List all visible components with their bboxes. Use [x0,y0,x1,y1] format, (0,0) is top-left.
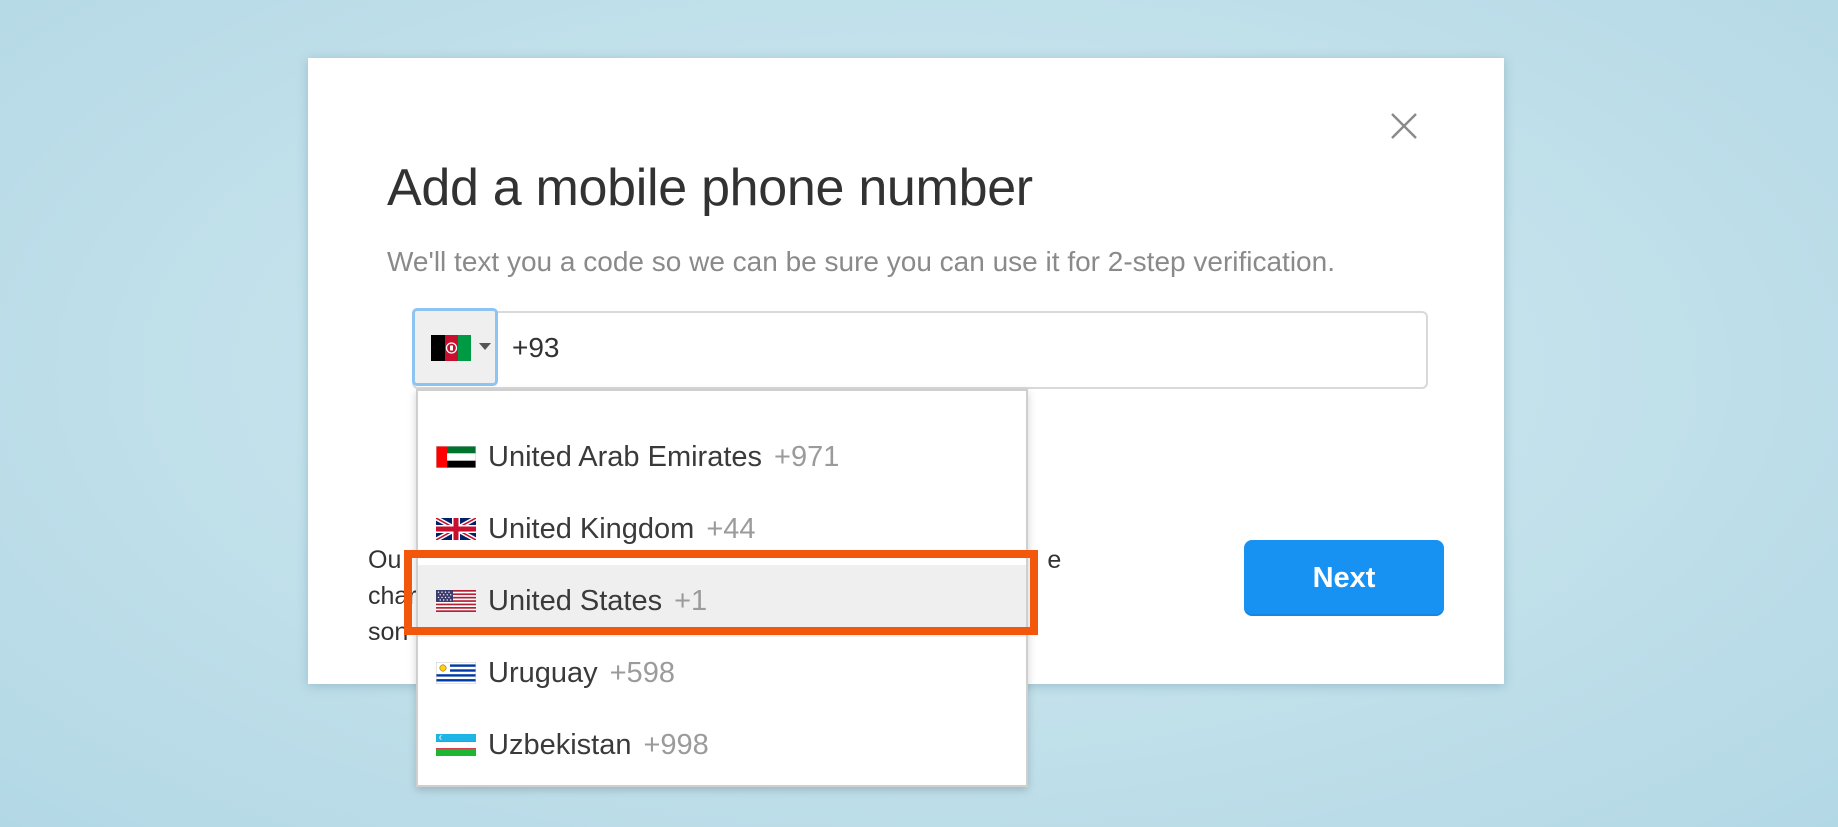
country-option-name: Uruguay [488,656,598,689]
uruguay-flag-icon [436,662,476,684]
country-option-united-states[interactable]: United States +1 [418,565,1026,637]
us-flag-icon [436,590,476,612]
country-option-name: United Arab Emirates [488,440,763,473]
next-button[interactable]: Next [1244,540,1444,616]
dialog-subtitle: We'll text you a code so we can be sure … [387,246,1335,277]
uae-flag-icon [436,446,476,468]
dialog-title: Add a mobile phone number [387,159,1033,217]
phone-number-input[interactable] [512,328,1392,368]
country-option-name: Uzbekistan [488,728,632,761]
country-option-united-arab-emirates[interactable]: United Arab Emirates +971 [418,421,1026,493]
disclaimer-start-line2: son [368,618,409,646]
country-option-code: +1 [674,584,708,617]
close-button[interactable] [1386,108,1422,144]
country-option-uruguay[interactable]: Uruguay +598 [418,637,1026,709]
uk-flag-icon [436,518,476,540]
country-option-name: United Kingdom [488,512,695,545]
chevron-down-icon [479,343,491,350]
country-option-code: +971 [774,440,840,473]
country-option-code: +998 [643,728,709,761]
disclaimer-start: Ou [368,546,402,574]
afghanistan-flag-icon [431,335,471,361]
country-code-dropdown[interactable] [412,308,498,386]
country-option-uzbekistan[interactable]: Uzbekistan +998 [418,709,1026,781]
country-dropdown-list[interactable]: United Arab Emirates +971 United Kingdom… [416,389,1028,787]
country-option-code: +44 [706,512,756,545]
close-icon [1391,113,1417,139]
country-option-united-kingdom[interactable]: United Kingdom +44 [418,493,1026,565]
country-option-code: +598 [609,656,675,689]
uzbekistan-flag-icon [436,734,476,756]
country-option-name: United States [488,584,663,617]
